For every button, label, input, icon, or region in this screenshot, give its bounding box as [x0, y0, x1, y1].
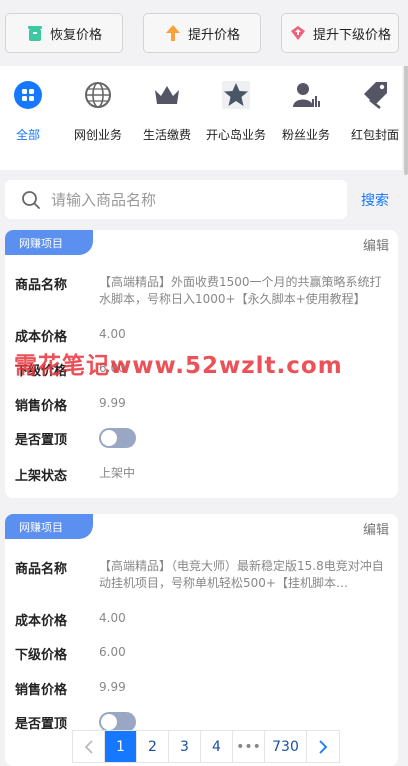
person-chart-icon — [293, 83, 320, 107]
raise-sub-price-button[interactable]: 提升下级价格 — [281, 13, 399, 53]
category-life-payment-label: 生活缴费 — [142, 128, 191, 142]
star-icon — [222, 81, 250, 109]
diamond-up-icon — [290, 26, 305, 40]
search-button[interactable]: 搜索 — [361, 190, 389, 210]
category-happy-island[interactable]: 开心岛业务 — [204, 76, 268, 143]
status-label: 上架状态 — [15, 469, 68, 484]
product-name-label: 商品名称 — [15, 562, 68, 577]
category-web-business[interactable]: 网创业务 — [66, 76, 130, 143]
status-row: 上架状态 上架中 — [15, 465, 389, 484]
category-web-business-label: 网创业务 — [73, 128, 122, 142]
search-icon — [22, 190, 40, 209]
product-name-value: 【高端精品】外面收费1500一个月的共赢策略系统打水脚本，号称日入1000+【永… — [99, 275, 382, 306]
pin-row: 是否置顶 — [15, 712, 136, 732]
sale-price-label: 销售价格 — [15, 399, 68, 414]
status-value: 上架中 — [99, 466, 136, 480]
product-name-value: 【高端精品】（电竞大师）最新稳定版15.8电竞对冲自动挂机项目，号称单机轻松50… — [99, 559, 384, 590]
cost-price-row: 成本价格 4.00 — [15, 610, 389, 629]
sale-price-row: 销售价格 9.99 — [15, 679, 389, 698]
category-happy-island-label: 开心岛业务 — [205, 128, 266, 142]
chevron-left-icon — [84, 739, 93, 754]
chevron-right-icon — [319, 739, 328, 754]
sub-price-row: 下级价格 6.00 — [15, 644, 389, 663]
product-name-row: 商品名称 【高端精品】（电竞大师）最新稳定版15.8电竞对冲自动挂机项目，号称单… — [15, 558, 389, 592]
search-box — [5, 180, 347, 219]
sale-price-value: 9.99 — [99, 396, 126, 410]
category-bar: 全部 网创业务 生活缴费 开心岛业务 粉丝业务 红包封面 — [0, 66, 402, 170]
pin-label: 是否置顶 — [15, 432, 68, 448]
raise-price-button[interactable]: 提升价格 — [143, 13, 261, 53]
page-button-last[interactable]: 730 — [265, 731, 307, 762]
pin-label: 是否置顶 — [15, 716, 68, 732]
product-name-row: 商品名称 【高端精品】外面收费1500一个月的共赢策略系统打水脚本，号称日入10… — [15, 274, 389, 308]
cost-price-row: 成本价格 4.00 — [15, 326, 389, 345]
globe-icon — [85, 82, 111, 108]
sale-price-value: 9.99 — [99, 680, 126, 694]
pin-toggle[interactable] — [99, 712, 136, 732]
trash-icon — [27, 26, 42, 41]
category-all-label: 全部 — [15, 128, 40, 142]
next-page-button[interactable] — [307, 731, 339, 762]
sub-price-label: 下级价格 — [15, 648, 68, 663]
tag-icon — [364, 82, 387, 109]
sub-price-value: 6.00 — [99, 645, 126, 659]
cost-price-value: 4.00 — [99, 611, 126, 625]
page-ellipsis[interactable]: ••• — [233, 731, 265, 762]
page-button-3[interactable]: 3 — [169, 731, 201, 762]
crown-icon — [155, 86, 179, 104]
category-fans-label: 粉丝业务 — [281, 128, 330, 142]
category-fans[interactable]: 粉丝业务 — [274, 76, 338, 143]
edit-button[interactable]: 编辑 — [363, 519, 389, 538]
price-toolbar: 恢复价格 提升价格 提升下级价格 — [0, 0, 408, 66]
arrow-up-icon — [165, 25, 180, 41]
raise-price-label: 提升价格 — [187, 27, 240, 43]
product-category-tag: 网赚项目 — [5, 230, 99, 255]
product-name-label: 商品名称 — [15, 278, 68, 293]
prev-page-button[interactable] — [73, 731, 105, 762]
pin-toggle[interactable] — [99, 428, 136, 448]
restore-price-button[interactable]: 恢复价格 — [5, 13, 123, 53]
product-category-tag: 网赚项目 — [5, 514, 99, 539]
page-button-4[interactable]: 4 — [201, 731, 233, 762]
sale-price-row: 销售价格 9.99 — [15, 395, 389, 414]
search-input[interactable] — [51, 190, 321, 209]
sale-price-label: 销售价格 — [15, 683, 68, 698]
restore-price-label: 恢复价格 — [49, 27, 102, 43]
product-card: 网赚项目 编辑 商品名称 【高端精品】（电竞大师）最新稳定版15.8电竞对冲自动… — [5, 514, 398, 766]
grid-icon — [14, 81, 42, 109]
watermark-text: 需花笔记www.52wzlt.com — [14, 353, 343, 379]
category-all[interactable]: 全部 — [0, 76, 60, 143]
cost-price-value: 4.00 — [99, 327, 126, 341]
pagination: 1 2 3 4 ••• 730 — [72, 730, 340, 763]
cost-price-label: 成本价格 — [15, 330, 68, 345]
page-button-2[interactable]: 2 — [137, 731, 169, 762]
page-button-1[interactable]: 1 — [105, 731, 137, 762]
category-red-envelope[interactable]: 红包封面 — [343, 76, 407, 143]
category-life-payment[interactable]: 生活缴费 — [135, 76, 199, 143]
category-red-envelope-label: 红包封面 — [350, 128, 399, 142]
raise-sub-price-label: 提升下级价格 — [312, 27, 391, 43]
pin-row: 是否置顶 — [15, 428, 136, 448]
edit-button[interactable]: 编辑 — [363, 235, 389, 254]
cost-price-label: 成本价格 — [15, 614, 68, 629]
